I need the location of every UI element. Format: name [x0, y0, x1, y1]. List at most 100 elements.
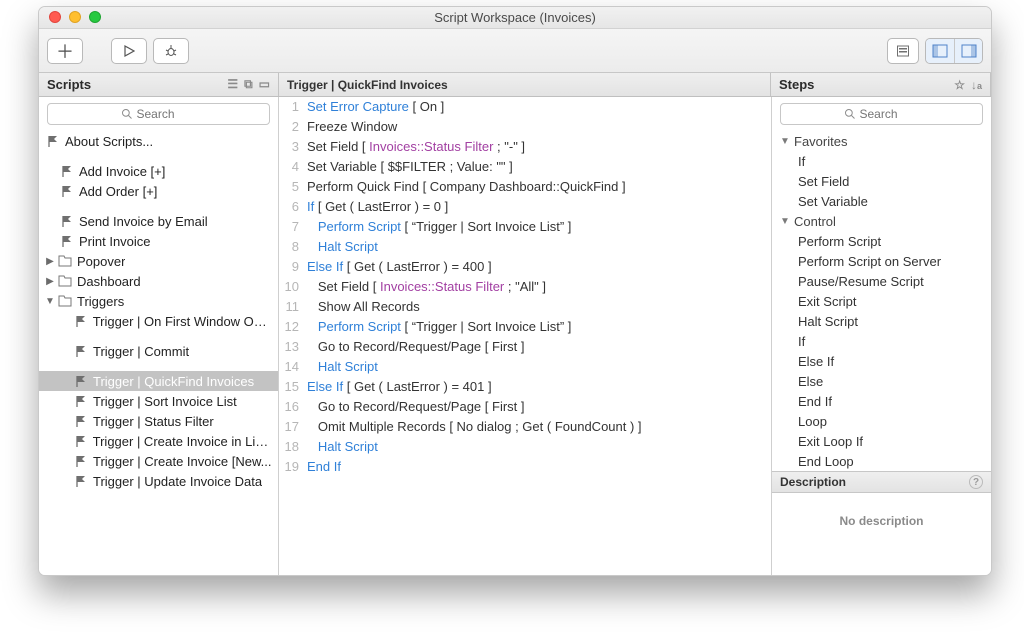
disclosure-arrow-icon[interactable]: ▼ [780, 216, 790, 227]
layout-unknown-button[interactable] [887, 38, 919, 64]
code-line[interactable]: 10 Set Field [ Invoices::Status Filter ;… [279, 277, 771, 297]
step-item[interactable]: Halt Script [772, 311, 991, 331]
code-line[interactable]: 16 Go to Record/Request/Page [ First ] [279, 397, 771, 417]
debug-script-button[interactable] [153, 38, 189, 64]
close-window-button[interactable] [49, 11, 61, 23]
toggle-right-panel-button[interactable] [954, 39, 982, 63]
step-item[interactable]: Perform Script on Server [772, 251, 991, 271]
new-folder-icon[interactable]: ⧉ [244, 77, 253, 92]
toggle-left-panel-button[interactable] [926, 39, 954, 63]
toolbar: ＋ [39, 29, 991, 73]
code-line[interactable]: 11 Show All Records [279, 297, 771, 317]
step-item[interactable]: If [772, 331, 991, 351]
item-label: Popover [77, 254, 125, 269]
script-item[interactable]: Trigger | On First Window Open [39, 311, 278, 331]
sort-icon[interactable]: ↓a [971, 78, 982, 92]
line-number: 13 [279, 337, 307, 357]
code-line[interactable]: 19End If [279, 457, 771, 477]
step-item[interactable]: Else If [772, 351, 991, 371]
new-script-button[interactable]: ＋ [47, 38, 83, 64]
step-item[interactable]: End Loop [772, 451, 991, 471]
code-line[interactable]: 17 Omit Multiple Records [ No dialog ; G… [279, 417, 771, 437]
folder-item[interactable]: ▼Triggers [39, 291, 278, 311]
folder-item[interactable]: ▶Dashboard [39, 271, 278, 291]
script-flag-icon [59, 183, 75, 199]
code-line[interactable]: 8 Halt Script [279, 237, 771, 257]
scripts-search[interactable] [47, 103, 270, 125]
script-flag-icon [59, 233, 75, 249]
step-item[interactable]: Loop [772, 411, 991, 431]
app-window: Script Workspace (Invoices) ＋ [38, 6, 992, 576]
play-icon [123, 45, 135, 57]
script-item[interactable]: Trigger | Commit [39, 341, 278, 361]
code-line[interactable]: 3Set Field [ Invoices::Status Filter ; "… [279, 137, 771, 157]
step-item[interactable]: Set Field [772, 171, 991, 191]
scripts-search-input[interactable] [137, 107, 197, 121]
step-item[interactable]: End If [772, 391, 991, 411]
steps-search[interactable] [780, 103, 983, 125]
help-icon[interactable]: ? [969, 475, 983, 489]
code-line[interactable]: 14 Halt Script [279, 357, 771, 377]
code-line[interactable]: 7 Perform Script [ “Trigger | Sort Invoi… [279, 217, 771, 237]
steps-search-input[interactable] [860, 107, 920, 121]
new-item-icon[interactable]: ▭ [259, 77, 270, 92]
script-code[interactable]: 1Set Error Capture [ On ]2Freeze Window3… [279, 97, 771, 575]
step-item[interactable]: Pause/Resume Script [772, 271, 991, 291]
script-item[interactable]: Trigger | Create Invoice [New... [39, 451, 278, 471]
zoom-window-button[interactable] [89, 11, 101, 23]
scripts-sidebar: About Scripts... Add Invoice [+]Add Order… [39, 97, 279, 575]
disclosure-arrow-icon[interactable]: ▼ [780, 136, 790, 147]
code-line[interactable]: 4Set Variable [ $$FILTER ; Value: "" ] [279, 157, 771, 177]
step-category[interactable]: ▼Favorites [772, 131, 991, 151]
code-line[interactable]: 9Else If [ Get ( LastError ) = 400 ] [279, 257, 771, 277]
script-item[interactable]: Trigger | QuickFind Invoices [39, 371, 278, 391]
list-view-icon[interactable]: ☰ [227, 77, 238, 92]
step-item[interactable]: If [772, 151, 991, 171]
line-source: Halt Script [307, 437, 771, 457]
step-item[interactable]: Else [772, 371, 991, 391]
code-line[interactable]: 1Set Error Capture [ On ] [279, 97, 771, 117]
script-item[interactable]: Trigger | Create Invoice in List... [39, 431, 278, 451]
code-line[interactable]: 18 Halt Script [279, 437, 771, 457]
scripts-tree[interactable]: About Scripts... Add Invoice [+]Add Order… [39, 131, 278, 497]
script-item[interactable]: Add Order [+] [39, 181, 278, 201]
step-item[interactable]: Exit Loop If [772, 431, 991, 451]
line-number: 8 [279, 237, 307, 257]
folder-item[interactable]: ▶ Popover [39, 251, 278, 271]
code-line[interactable]: 6If [ Get ( LastError ) = 0 ] [279, 197, 771, 217]
step-category[interactable]: ▼Control [772, 211, 991, 231]
minimize-window-button[interactable] [69, 11, 81, 23]
code-line[interactable]: 13 Go to Record/Request/Page [ First ] [279, 337, 771, 357]
line-source: Halt Script [307, 357, 771, 377]
steps-list[interactable]: ▼FavoritesIfSet FieldSet Variable▼Contro… [772, 131, 991, 471]
disclosure-arrow-icon[interactable]: ▶ [45, 256, 55, 267]
script-item[interactable]: Print Invoice [39, 231, 278, 251]
code-line[interactable]: 15Else If [ Get ( LastError ) = 401 ] [279, 377, 771, 397]
disclosure-arrow-icon[interactable]: ▼ [45, 296, 55, 307]
steps-header-label: Steps [779, 77, 814, 92]
line-source: Halt Script [307, 237, 771, 257]
code-line[interactable]: 12 Perform Script [ “Trigger | Sort Invo… [279, 317, 771, 337]
panel-icon [896, 44, 910, 58]
item-label: Trigger | Create Invoice in List... [93, 434, 272, 449]
step-item[interactable]: Perform Script [772, 231, 991, 251]
step-item[interactable]: Exit Script [772, 291, 991, 311]
script-item[interactable]: Send Invoice by Email [39, 211, 278, 231]
script-item[interactable]: Trigger | Sort Invoice List [39, 391, 278, 411]
item-label: Print Invoice [79, 234, 151, 249]
code-line[interactable]: 2Freeze Window [279, 117, 771, 137]
line-source: Else If [ Get ( LastError ) = 401 ] [307, 377, 771, 397]
script-item[interactable]: Trigger | Update Invoice Data [39, 471, 278, 491]
run-script-button[interactable] [111, 38, 147, 64]
script-item[interactable]: Trigger | Status Filter [39, 411, 278, 431]
script-item[interactable]: About Scripts... [39, 131, 278, 151]
item-label: Trigger | Status Filter [93, 414, 214, 429]
code-line[interactable]: 5Perform Quick Find [ Company Dashboard:… [279, 177, 771, 197]
disclosure-arrow-icon[interactable]: ▶ [45, 276, 55, 287]
line-number: 3 [279, 137, 307, 157]
step-item[interactable]: Set Variable [772, 191, 991, 211]
favorite-icon[interactable]: ☆ [954, 78, 965, 92]
script-flag-icon [73, 393, 89, 409]
line-source: Set Field [ Invoices::Status Filter ; "-… [307, 137, 771, 157]
script-item[interactable]: Add Invoice [+] [39, 161, 278, 181]
